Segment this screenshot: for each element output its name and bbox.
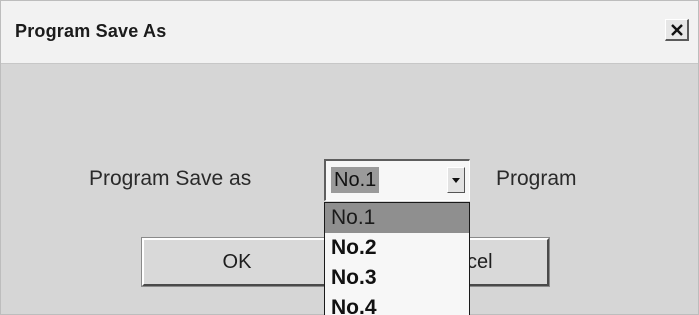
program-save-as-label: Program Save as	[89, 167, 252, 190]
ok-button[interactable]: OK	[141, 237, 333, 287]
dialog-title: Program Save As	[15, 21, 167, 41]
title-bar: Program Save As	[1, 1, 698, 64]
chevron-down-icon	[452, 177, 460, 183]
program-number-select[interactable]: No.1	[324, 159, 470, 201]
program-number-dropdown-list[interactable]: No.1 No.2 No.3 No.4	[324, 202, 470, 315]
dropdown-option-no2[interactable]: No.2	[325, 233, 469, 263]
dropdown-arrow-button[interactable]	[447, 167, 465, 193]
dropdown-option-no4[interactable]: No.4	[325, 293, 469, 315]
program-number-value: No.1	[331, 167, 380, 193]
program-suffix-label: Program	[496, 167, 577, 190]
close-icon	[670, 23, 683, 36]
program-save-as-dialog: Program Save As Program Save as No.1 Pro…	[0, 0, 699, 315]
dropdown-option-no3[interactable]: No.3	[325, 263, 469, 293]
cancel-button-label: cel	[467, 250, 493, 273]
dropdown-option-no1[interactable]: No.1	[325, 203, 469, 233]
close-button[interactable]	[665, 19, 689, 41]
